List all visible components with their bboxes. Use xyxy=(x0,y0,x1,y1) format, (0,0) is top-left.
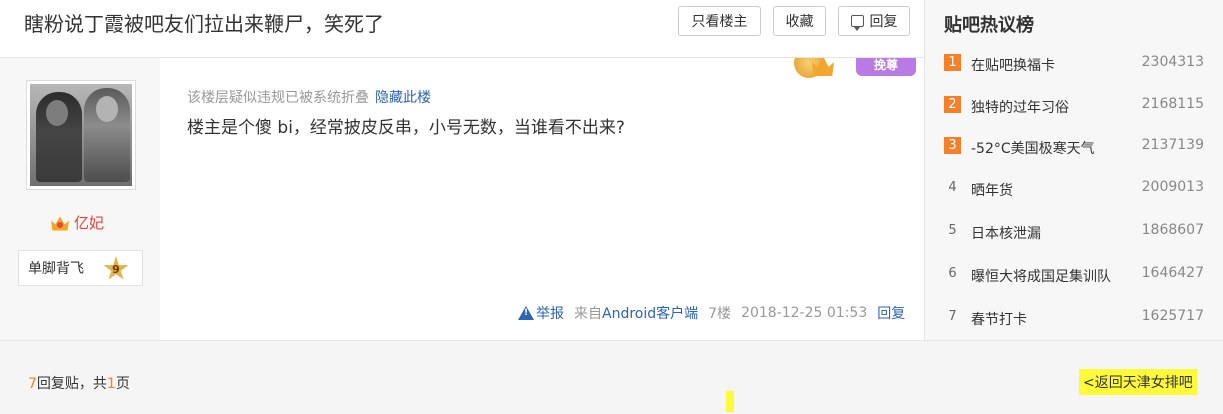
author-name[interactable]: 亿妃 xyxy=(74,212,104,233)
thread-header: 瞎粉说丁霞被吧友们拉出来鞭尸，笑死了 只看楼主 收藏 回复 xyxy=(0,0,924,44)
hot-name: -52°C美国极寒天气 xyxy=(971,141,1095,157)
hot-name: 在贴吧换福卡 xyxy=(971,58,1055,74)
page-count: 1 xyxy=(106,376,116,392)
hot-item[interactable]: 7 春节打卡 1625717 xyxy=(944,308,1216,328)
crown-icon xyxy=(50,214,70,232)
level-name: 单脚背飞 xyxy=(28,261,84,277)
warning-icon xyxy=(518,306,534,320)
reply-text: 回复贴，共 xyxy=(36,376,107,392)
hot-count: 2168115 xyxy=(1141,96,1204,112)
floor-reply-link[interactable]: 回复 xyxy=(877,303,905,323)
client-link[interactable]: Android客户端 xyxy=(602,306,698,322)
hot-item[interactable]: 4 晒年货 2009013 xyxy=(944,179,1216,199)
fold-notice: 该楼层疑似违规已被系统折叠 隐藏此楼 xyxy=(187,87,431,107)
hot-count: 1646427 xyxy=(1141,265,1204,281)
reply-button[interactable]: 回复 xyxy=(838,6,910,36)
hot-name: 日本核泄漏 xyxy=(971,226,1041,242)
medal-strip: 挽尊 xyxy=(794,58,921,80)
hot-name: 晒年货 xyxy=(971,183,1013,199)
post-content: 楼主是个傻 bi，经常披皮反串，小号无数，当谁看不出来? xyxy=(187,118,625,138)
comment-icon xyxy=(850,15,864,31)
hot-rank: 3 xyxy=(944,137,961,154)
hot-rank: 1 xyxy=(944,54,961,71)
author-row: 亿妃 xyxy=(50,212,104,233)
client-info: 来自Android客户端 xyxy=(574,303,698,323)
fold-notice-text: 该楼层疑似违规已被系统折叠 xyxy=(187,90,369,106)
hot-rank: 6 xyxy=(948,266,957,281)
hide-floor-link[interactable]: 隐藏此楼 xyxy=(375,90,431,106)
only-op-button[interactable]: 只看楼主 xyxy=(678,6,761,36)
hot-item[interactable]: 1 在贴吧换福卡 2304313 xyxy=(944,54,1216,74)
hot-rank: 7 xyxy=(948,309,957,324)
client-prefix: 来自 xyxy=(574,306,602,322)
hot-name: 独特的过年习俗 xyxy=(971,100,1069,116)
page-footer: 7回复贴，共1页 <返回天津女排吧 xyxy=(0,340,1223,414)
hot-count: 2009013 xyxy=(1141,179,1204,195)
reply-button-label: 回复 xyxy=(869,14,898,30)
hot-item[interactable]: 6 曝恒大将成国足集训队 1646427 xyxy=(944,265,1216,285)
hot-name: 春节打卡 xyxy=(971,312,1027,328)
hot-topics-sidebar: 贴吧热议榜 1 在贴吧换福卡 2304313 2 独特的过年习俗 2168115… xyxy=(924,0,1223,340)
favorite-button[interactable]: 收藏 xyxy=(773,6,826,36)
level-badge[interactable]: 单脚背飞 9 xyxy=(18,250,143,286)
report-link[interactable]: 举报 xyxy=(536,303,564,323)
author-column: 亿妃 单脚背飞 9 xyxy=(0,58,160,340)
post-floor: 亿妃 单脚背飞 9 xyxy=(0,58,924,340)
hot-rank: 5 xyxy=(948,223,957,238)
pager-summary: 7回复贴，共1页 xyxy=(28,373,130,393)
sidebar-title: 贴吧热议榜 xyxy=(944,15,1034,36)
thread-title: 瞎粉说丁霞被吧友们拉出来鞭尸，笑死了 xyxy=(24,12,384,36)
hot-count: 2137139 xyxy=(1141,137,1204,153)
page-suffix: 页 xyxy=(115,376,130,392)
hot-item[interactable]: 5 日本核泄漏 1868607 xyxy=(944,222,1216,242)
avatar[interactable] xyxy=(26,80,136,190)
hot-count: 1625717 xyxy=(1141,308,1204,324)
avatar-image xyxy=(30,84,132,186)
highlight-mark xyxy=(726,391,734,412)
hot-rank: 4 xyxy=(948,180,957,195)
medal-tag: 挽尊 xyxy=(856,58,916,76)
medal-tag-label: 挽尊 xyxy=(873,58,898,72)
floor-number: 7楼 xyxy=(708,306,732,322)
post-time: 2018-12-25 01:53 xyxy=(741,305,868,321)
hot-item[interactable]: 3 -52°C美国极寒天气 2137139 xyxy=(944,137,1216,157)
hot-count: 1868607 xyxy=(1141,222,1204,238)
back-to-forum-link[interactable]: <返回天津女排吧 xyxy=(1079,369,1197,395)
level-star-icon: 9 xyxy=(103,256,129,280)
reply-count: 7 xyxy=(28,376,37,392)
hot-name: 曝恒大将成国足集训队 xyxy=(971,269,1111,285)
hot-item[interactable]: 2 独特的过年习俗 2168115 xyxy=(944,96,1216,116)
hot-count: 2304313 xyxy=(1141,54,1204,70)
post-meta: 举报 来自Android客户端 7楼 2018-12-25 01:53 回复 xyxy=(518,303,905,323)
hot-rank: 2 xyxy=(944,96,961,113)
